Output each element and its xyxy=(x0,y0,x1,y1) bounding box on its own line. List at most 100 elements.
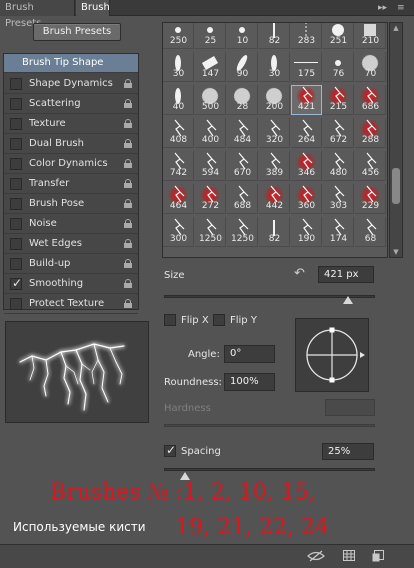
brush-tip-cell[interactable]: 320 xyxy=(259,118,290,148)
reset-size-icon[interactable]: ↶ xyxy=(294,266,305,281)
lock-icon[interactable] xyxy=(124,259,132,268)
brush-tip-cell[interactable]: 686 xyxy=(355,85,386,115)
shape-dynamics-checkbox[interactable] xyxy=(10,78,22,90)
brush-tip-cell[interactable]: 175 xyxy=(291,52,322,82)
flip-y-checkbox[interactable] xyxy=(213,314,225,326)
brush-tip-cell[interactable]: 264 xyxy=(291,118,322,148)
option-protect-texture[interactable]: Protect Texture xyxy=(4,294,138,314)
brush-tip-cell[interactable]: 288 xyxy=(355,118,386,148)
dual-brush-checkbox[interactable] xyxy=(10,138,22,150)
brush-tip-cell[interactable]: 147 xyxy=(195,52,226,82)
new-preset-icon[interactable] xyxy=(372,550,384,562)
scroll-thumb[interactable] xyxy=(392,168,400,204)
lock-icon[interactable] xyxy=(124,99,132,108)
brush-tip-cell[interactable]: 10 xyxy=(227,23,258,49)
flip-x-checkbox[interactable] xyxy=(164,314,176,326)
tab-brush-presets[interactable]: Brush Presets xyxy=(0,0,75,29)
brush-tip-cell[interactable]: 250 xyxy=(163,23,194,49)
brush-tip-cell[interactable]: 30 xyxy=(259,52,290,82)
brush-grid-scrollbar[interactable]: ▲ ▼ xyxy=(389,22,403,258)
brush-tip-cell[interactable]: 421 xyxy=(291,85,322,115)
panel-menu-icon[interactable]: ≡ xyxy=(397,1,405,15)
brush-tip-cell[interactable]: 25 xyxy=(195,23,226,49)
brush-tip-cell[interactable]: 215 xyxy=(323,85,354,115)
lock-icon[interactable] xyxy=(124,219,132,228)
lock-icon[interactable] xyxy=(124,119,132,128)
brush-tip-cell[interactable]: 389 xyxy=(259,151,290,181)
brush-tip-cell[interactable]: 464 xyxy=(163,184,194,214)
option-brush-tip-shape[interactable]: Brush Tip Shape xyxy=(4,54,138,73)
brush-pose-checkbox[interactable] xyxy=(10,198,22,210)
brush-tip-cell[interactable]: 200 xyxy=(259,85,290,115)
brush-tip-cell[interactable]: 594 xyxy=(195,151,226,181)
option-dual-brush[interactable]: Dual Brush xyxy=(4,134,138,154)
protect-texture-checkbox[interactable] xyxy=(10,298,22,310)
wet-edges-checkbox[interactable] xyxy=(10,238,22,250)
lock-icon[interactable] xyxy=(124,79,132,88)
brush-tip-cell[interactable]: 346 xyxy=(291,151,322,181)
roundness-field[interactable]: 100% xyxy=(224,373,275,391)
brush-tip-cell[interactable]: 30 xyxy=(163,52,194,82)
build-up-checkbox[interactable] xyxy=(10,258,22,270)
brush-tip-cell[interactable]: 480 xyxy=(323,151,354,181)
texture-checkbox[interactable] xyxy=(10,118,22,130)
lock-icon[interactable] xyxy=(124,299,132,308)
option-transfer[interactable]: Transfer xyxy=(4,174,138,194)
brush-tip-cell[interactable]: 251 xyxy=(323,23,354,49)
brush-tip-cell[interactable]: 174 xyxy=(323,217,354,247)
spacing-checkbox[interactable] xyxy=(164,443,176,457)
scroll-down-icon[interactable]: ▼ xyxy=(390,247,402,257)
option-texture[interactable]: Texture xyxy=(4,114,138,134)
brush-tip-cell[interactable]: 670 xyxy=(227,151,258,181)
option-smoothing[interactable]: Smoothing xyxy=(4,274,138,294)
brush-tip-cell[interactable]: 1250 xyxy=(195,217,226,247)
spacing-slider-knob[interactable] xyxy=(180,472,191,480)
option-color-dynamics[interactable]: Color Dynamics xyxy=(4,154,138,174)
brush-tip-cell[interactable]: 68 xyxy=(355,217,386,247)
size-slider-knob[interactable] xyxy=(342,296,353,304)
grid-icon[interactable] xyxy=(343,550,355,562)
option-noise[interactable]: Noise xyxy=(4,214,138,234)
brush-tip-cell[interactable]: 210 xyxy=(355,23,386,49)
brush-tip-cell[interactable]: 1250 xyxy=(227,217,258,247)
brush-tip-cell[interactable]: 742 xyxy=(163,151,194,181)
brush-tip-cell[interactable]: 90 xyxy=(227,52,258,82)
transfer-checkbox[interactable] xyxy=(10,178,22,190)
brush-tip-cell[interactable]: 70 xyxy=(355,52,386,82)
brush-tip-cell[interactable]: 400 xyxy=(195,118,226,148)
brush-tip-cell[interactable]: 688 xyxy=(227,184,258,214)
brush-tip-cell[interactable]: 300 xyxy=(163,217,194,247)
brush-tip-cell[interactable]: 672 xyxy=(323,118,354,148)
double-chevron-right-icon[interactable]: ▸▸ xyxy=(378,1,387,15)
lock-icon[interactable] xyxy=(124,239,132,248)
option-shape-dynamics[interactable]: Shape Dynamics xyxy=(4,74,138,94)
lock-icon[interactable] xyxy=(124,199,132,208)
color-dynamics-checkbox[interactable] xyxy=(10,158,22,170)
lock-icon[interactable] xyxy=(124,159,132,168)
brush-tip-cell[interactable]: 82 xyxy=(259,217,290,247)
brush-tip-cell[interactable]: 76 xyxy=(323,52,354,82)
scroll-up-icon[interactable]: ▲ xyxy=(390,23,402,33)
brush-tip-cell[interactable]: 28 xyxy=(227,85,258,115)
scattering-checkbox[interactable] xyxy=(10,98,22,110)
angle-roundness-widget[interactable] xyxy=(295,318,369,392)
brush-tip-cell[interactable]: 500 xyxy=(195,85,226,115)
smoothing-checkbox[interactable] xyxy=(10,276,22,290)
size-field[interactable]: 421 px xyxy=(318,266,374,283)
brush-tip-cell[interactable]: 190 xyxy=(291,217,322,247)
lock-icon[interactable] xyxy=(124,139,132,148)
brush-tip-cell[interactable]: 272 xyxy=(195,184,226,214)
brush-eye-icon[interactable] xyxy=(307,550,325,562)
brush-tip-cell[interactable]: 442 xyxy=(259,184,290,214)
noise-checkbox[interactable] xyxy=(10,218,22,230)
option-build-up[interactable]: Build-up xyxy=(4,254,138,274)
tab-brush[interactable]: Brush xyxy=(76,0,110,16)
spacing-field[interactable]: 25% xyxy=(322,443,374,460)
option-brush-pose[interactable]: Brush Pose xyxy=(4,194,138,214)
brush-tip-cell[interactable]: 408 xyxy=(163,118,194,148)
brush-presets-button[interactable]: Brush Presets xyxy=(33,23,121,41)
lock-icon[interactable] xyxy=(124,179,132,188)
brush-tip-cell[interactable]: 82 xyxy=(259,23,290,49)
spacing-slider[interactable] xyxy=(164,468,375,471)
angle-field[interactable]: 0° xyxy=(224,345,275,363)
